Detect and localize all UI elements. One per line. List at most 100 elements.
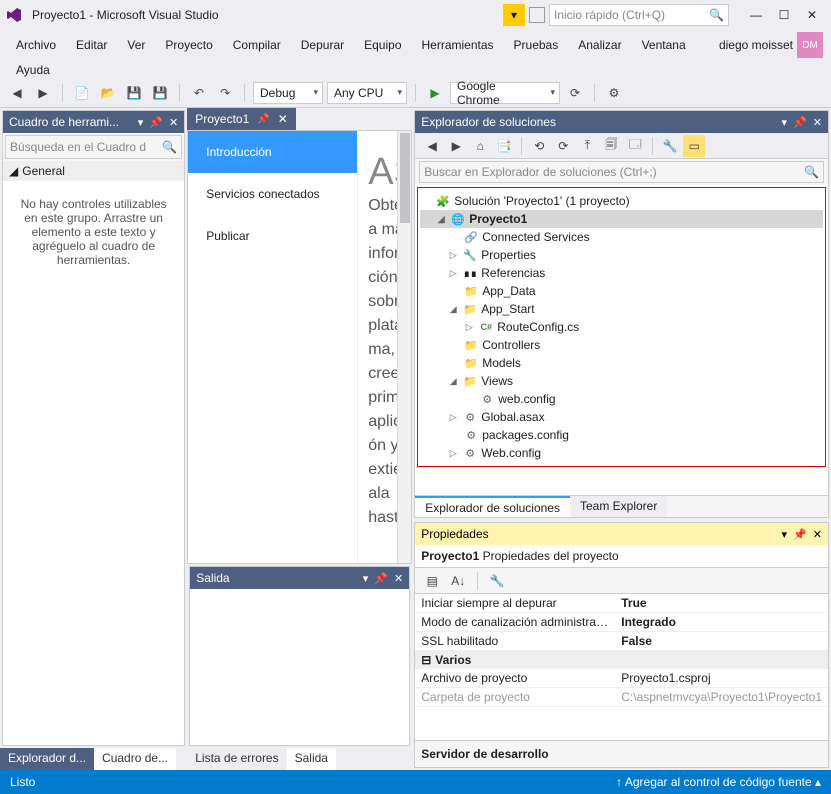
notification-flag-icon[interactable]: ▾ bbox=[503, 4, 525, 26]
pin-icon[interactable]: 📌 bbox=[257, 114, 269, 125]
prop-key[interactable]: Archivo de proyecto bbox=[415, 669, 615, 687]
tree-packages-config[interactable]: ⚙ packages.config bbox=[420, 426, 823, 444]
toolbox-group-general[interactable]: ◢ General bbox=[3, 161, 184, 181]
status-source-control[interactable]: ↑ Agregar al control de código fuente ▴ bbox=[616, 775, 821, 789]
sln-home-icon[interactable]: ⌂ bbox=[469, 135, 491, 157]
tab-output[interactable]: Salida bbox=[287, 748, 336, 770]
toolbox-dropdown-icon[interactable]: ▾ bbox=[138, 116, 144, 129]
tree-properties[interactable]: ▷🔧 Properties bbox=[420, 246, 823, 264]
tree-solution-root[interactable]: 🧩 Solución 'Proyecto1' (1 proyecto) bbox=[420, 192, 823, 210]
menu-ventana[interactable]: Ventana bbox=[634, 35, 694, 55]
browser-refresh-button[interactable]: ⟳ bbox=[564, 82, 586, 104]
menu-equipo[interactable]: Equipo bbox=[356, 35, 409, 55]
toolbox-pin-icon[interactable]: 📌 bbox=[149, 116, 163, 129]
sln-pin-icon[interactable]: 📌 bbox=[793, 116, 807, 129]
tree-app-start[interactable]: ◢📁 App_Start bbox=[420, 300, 823, 318]
close-button[interactable]: ✕ bbox=[799, 4, 825, 26]
document-tab-proyecto1[interactable]: Proyecto1 📌 ✕ bbox=[187, 108, 296, 130]
output-close-icon[interactable]: ✕ bbox=[394, 572, 403, 585]
sln-preview-icon[interactable]: ▭ bbox=[683, 135, 705, 157]
start-debug-button[interactable]: ▶ bbox=[424, 82, 446, 104]
close-icon[interactable]: ✕ bbox=[278, 112, 288, 126]
prop-value[interactable]: Integrado bbox=[615, 613, 828, 631]
menu-archivo[interactable]: Archivo bbox=[8, 35, 64, 55]
nav-fwd-button[interactable]: ▶ bbox=[32, 82, 54, 104]
tree-views-webconfig[interactable]: ⚙ web.config bbox=[420, 390, 823, 408]
menu-ayuda[interactable]: Ayuda bbox=[8, 60, 68, 80]
nav-back-button[interactable]: ◀ bbox=[6, 82, 28, 104]
sln-close-icon[interactable]: ✕ bbox=[813, 116, 822, 129]
tree-routeconfig[interactable]: ▷C# RouteConfig.cs bbox=[420, 318, 823, 336]
prop-value[interactable]: Proyecto1.csproj bbox=[615, 669, 828, 687]
platform-combo[interactable]: Any CPU bbox=[327, 82, 407, 104]
menu-ver[interactable]: Ver bbox=[119, 35, 153, 55]
menu-compilar[interactable]: Compilar bbox=[225, 35, 289, 55]
open-button[interactable]: 📂 bbox=[97, 82, 119, 104]
properties-subtitle[interactable]: Proyecto1 Propiedades del proyecto bbox=[415, 545, 828, 568]
redo-button[interactable]: ↷ bbox=[214, 82, 236, 104]
run-target-combo[interactable]: Google Chrome bbox=[450, 82, 560, 104]
tree-global-asax[interactable]: ▷⚙ Global.asax bbox=[420, 408, 823, 426]
doc-nav-introduccion[interactable]: Introducción bbox=[188, 131, 357, 173]
menu-analizar[interactable]: Analizar bbox=[570, 35, 629, 55]
tree-app-data[interactable]: 📁 App_Data bbox=[420, 282, 823, 300]
tab-error-list[interactable]: Lista de errores bbox=[187, 748, 286, 770]
sln-sync-icon[interactable]: ⟲ bbox=[528, 135, 550, 157]
tree-views[interactable]: ◢📁 Views bbox=[420, 372, 823, 390]
menu-editar[interactable]: Editar bbox=[68, 35, 115, 55]
menu-pruebas[interactable]: Pruebas bbox=[506, 35, 567, 55]
document-scrollbar[interactable] bbox=[397, 131, 411, 563]
tree-controllers[interactable]: 📁 Controllers bbox=[420, 336, 823, 354]
sln-collapse-icon[interactable]: ⤒ bbox=[576, 135, 598, 157]
props-close-icon[interactable]: ✕ bbox=[813, 528, 822, 541]
tab-toolbox[interactable]: Cuadro de... bbox=[94, 748, 176, 770]
toolbox-close-icon[interactable]: ✕ bbox=[169, 116, 178, 129]
solution-search-input[interactable]: Buscar en Explorador de soluciones (Ctrl… bbox=[419, 161, 824, 183]
menu-proyecto[interactable]: Proyecto bbox=[157, 35, 220, 55]
tree-project[interactable]: ◢🌐 Proyecto1 bbox=[420, 210, 823, 228]
props-wrench-icon[interactable]: 🔧 bbox=[486, 570, 508, 592]
sln-wrench-icon[interactable]: 🔧 bbox=[659, 135, 681, 157]
tab-team-explorer[interactable]: Team Explorer bbox=[570, 496, 667, 517]
prop-key[interactable]: Modo de canalización administrado bbox=[415, 613, 615, 631]
sln-back-icon[interactable]: ◀ bbox=[421, 135, 443, 157]
minimize-button[interactable]: — bbox=[743, 4, 769, 26]
sln-dropdown-icon[interactable]: ▾ bbox=[782, 116, 788, 129]
prop-category-varios[interactable]: ⊟Varios bbox=[415, 651, 828, 669]
new-project-button[interactable]: 📄 bbox=[71, 82, 93, 104]
output-dropdown-icon[interactable]: ▾ bbox=[363, 572, 369, 585]
props-categorized-icon[interactable]: ▤ bbox=[421, 570, 443, 592]
output-pin-icon[interactable]: 📌 bbox=[374, 572, 388, 585]
tree-references[interactable]: ▷∎∎ Referencias bbox=[420, 264, 823, 282]
menu-depurar[interactable]: Depurar bbox=[293, 35, 352, 55]
prop-key[interactable]: SSL habilitado bbox=[415, 632, 615, 650]
sln-fwd-icon[interactable]: ▶ bbox=[445, 135, 467, 157]
props-pin-icon[interactable]: 📌 bbox=[793, 528, 807, 541]
props-dropdown-icon[interactable]: ▾ bbox=[782, 528, 788, 541]
tree-models[interactable]: 📁 Models bbox=[420, 354, 823, 372]
output-body[interactable] bbox=[190, 589, 409, 745]
toolbox-search-input[interactable]: Búsqueda en el Cuadro d 🔍 bbox=[5, 135, 182, 159]
tab-solution-explorer[interactable]: Explorador de soluciones bbox=[415, 496, 570, 517]
prop-value[interactable]: False bbox=[615, 632, 828, 650]
tree-connected-services[interactable]: 🔗 Connected Services bbox=[420, 228, 823, 246]
tab-server-explorer[interactable]: Explorador d... bbox=[0, 748, 94, 770]
sln-showall-icon[interactable]: 🗐 bbox=[600, 135, 622, 157]
feedback-icon[interactable] bbox=[529, 7, 545, 23]
extensions-button[interactable]: ⚙ bbox=[603, 82, 625, 104]
save-all-button[interactable]: 💾 bbox=[149, 82, 171, 104]
prop-value[interactable]: True bbox=[615, 594, 828, 612]
sln-scope-icon[interactable]: 📑 bbox=[493, 135, 515, 157]
maximize-button[interactable]: ☐ bbox=[771, 4, 797, 26]
tree-web-config[interactable]: ▷⚙ Web.config bbox=[420, 444, 823, 462]
doc-nav-servicios[interactable]: Servicios conectados bbox=[188, 173, 357, 215]
sln-props-icon[interactable]: 🗔 bbox=[624, 135, 646, 157]
quick-launch-input[interactable]: Inicio rápido (Ctrl+Q) 🔍 bbox=[549, 4, 729, 26]
sln-refresh-icon[interactable]: ⟳ bbox=[552, 135, 574, 157]
undo-button[interactable]: ↶ bbox=[188, 82, 210, 104]
menu-herramientas[interactable]: Herramientas bbox=[414, 35, 502, 55]
config-combo[interactable]: Debug bbox=[253, 82, 323, 104]
prop-key[interactable]: Iniciar siempre al depurar bbox=[415, 594, 615, 612]
save-button[interactable]: 💾 bbox=[123, 82, 145, 104]
doc-nav-publicar[interactable]: Publicar bbox=[188, 215, 357, 257]
